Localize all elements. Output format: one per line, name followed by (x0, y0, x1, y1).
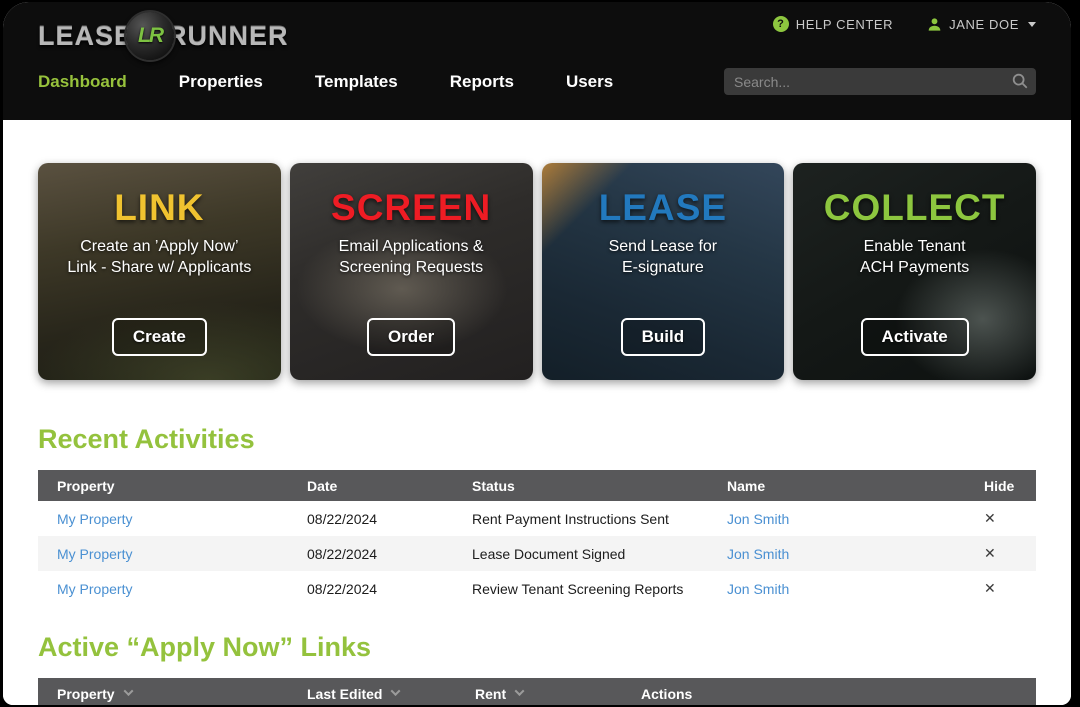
topbar-row-2: Dashboard Properties Templates Reports U… (38, 68, 1036, 95)
date-cell: 08/22/2024 (288, 581, 453, 597)
card-collect-subtitle: Enable Tenant ACH Payments (860, 236, 969, 278)
col-header-status: Status (453, 478, 708, 494)
nav-item-users[interactable]: Users (566, 72, 613, 92)
card-link-line2: Link - Share w/ Applicants (67, 257, 251, 278)
search-icon[interactable] (1011, 72, 1029, 95)
screenshot-stage: LEASE LR RUNNER ? HELP CENTER (0, 0, 1080, 707)
sort-header-rent[interactable]: Rent (475, 686, 523, 702)
card-screen-line2: Screening Requests (339, 257, 484, 278)
date-cell: 08/22/2024 (288, 546, 453, 562)
create-button[interactable]: Create (112, 318, 207, 356)
card-screen-title: SCREEN (331, 187, 491, 229)
apply-now-links-table: Property Last Edited Rent (38, 678, 1036, 705)
col-header-name: Name (708, 478, 954, 494)
name-link[interactable]: Jon Smith (727, 511, 789, 527)
order-button[interactable]: Order (367, 318, 455, 356)
col-header-last-edited: Last Edited (307, 686, 382, 702)
topbar-right: ? HELP CENTER JANE DOE (773, 12, 1036, 32)
help-center-label: HELP CENTER (796, 17, 893, 32)
apply-now-header-row: Property Last Edited Rent (38, 678, 1036, 705)
recent-activities-title: Recent Activities (38, 424, 1036, 455)
card-collect-line2: ACH Payments (860, 257, 969, 278)
user-menu[interactable]: JANE DOE (927, 17, 1036, 32)
card-link-subtitle: Create an ’Apply Now’ Link - Share w/ Ap… (67, 236, 251, 278)
card-screen: SCREEN Email Applications & Screening Re… (290, 163, 533, 380)
card-lease: LEASE Send Lease for E-signature Build (542, 163, 785, 380)
hide-row-icon[interactable]: ✕ (984, 581, 996, 597)
app-window: LEASE LR RUNNER ? HELP CENTER (3, 2, 1071, 705)
action-cards: LINK Create an ’Apply Now’ Link - Share … (38, 163, 1036, 380)
logo-lr-icon: LR (126, 12, 174, 60)
sort-header-last-edited[interactable]: Last Edited (307, 686, 399, 702)
nav-item-properties[interactable]: Properties (179, 72, 263, 92)
logo-text-runner: RUNNER (167, 21, 289, 52)
table-row: My Property 08/22/2024 Rent Payment Inst… (38, 501, 1036, 536)
chevron-down-icon (391, 686, 401, 696)
date-cell: 08/22/2024 (288, 511, 453, 527)
hide-row-icon[interactable]: ✕ (984, 511, 996, 527)
activate-button[interactable]: Activate (861, 318, 969, 356)
topbar: LEASE LR RUNNER ? HELP CENTER (3, 2, 1071, 120)
col-header-property: Property (38, 478, 288, 494)
logo-text-lease: LEASE (38, 21, 133, 52)
table-row: My Property 08/22/2024 Review Tenant Scr… (38, 571, 1036, 606)
col-header-date: Date (288, 478, 453, 494)
logo-monogram: LR (138, 24, 162, 48)
card-screen-subtitle: Email Applications & Screening Requests (339, 236, 484, 278)
build-button[interactable]: Build (621, 318, 706, 356)
property-link[interactable]: My Property (57, 546, 132, 562)
recent-activities-header-row: Property Date Status Name Hide (38, 470, 1036, 501)
card-lease-line1: Send Lease for (609, 236, 718, 257)
apply-now-links-title: Active “Apply Now” Links (38, 632, 1036, 663)
hide-row-icon[interactable]: ✕ (984, 546, 996, 562)
name-link[interactable]: Jon Smith (727, 581, 789, 597)
status-cell: Review Tenant Screening Reports (453, 581, 708, 597)
nav-item-dashboard[interactable]: Dashboard (38, 72, 127, 92)
col-header-property: Property (57, 686, 115, 702)
main-content: LINK Create an ’Apply Now’ Link - Share … (3, 120, 1071, 705)
card-collect: COLLECT Enable Tenant ACH Payments Activ… (793, 163, 1036, 380)
user-name-label: JANE DOE (949, 17, 1019, 32)
card-collect-line1: Enable Tenant (860, 236, 969, 257)
main-nav: Dashboard Properties Templates Reports U… (38, 72, 613, 92)
recent-activities-table: Property Date Status Name Hide My Proper… (38, 470, 1036, 606)
property-link[interactable]: My Property (57, 581, 132, 597)
col-header-actions: Actions (622, 686, 1036, 702)
leaserunner-logo[interactable]: LEASE LR RUNNER (38, 12, 289, 60)
property-link[interactable]: My Property (57, 511, 132, 527)
status-cell: Lease Document Signed (453, 546, 708, 562)
search-box (724, 68, 1036, 95)
card-lease-subtitle: Send Lease for E-signature (609, 236, 718, 278)
name-link[interactable]: Jon Smith (727, 546, 789, 562)
card-collect-title: COLLECT (824, 187, 1006, 229)
sort-header-property[interactable]: Property (57, 686, 132, 702)
help-question-icon: ? (773, 16, 789, 32)
nav-item-reports[interactable]: Reports (450, 72, 514, 92)
card-link-line1: Create an ’Apply Now’ (67, 236, 251, 257)
col-header-rent: Rent (475, 686, 506, 702)
user-person-icon (927, 17, 942, 32)
search-input[interactable] (724, 68, 1036, 95)
table-row: My Property 08/22/2024 Lease Document Si… (38, 536, 1036, 571)
card-link-title: LINK (114, 187, 204, 229)
status-cell: Rent Payment Instructions Sent (453, 511, 708, 527)
chevron-down-icon (515, 686, 525, 696)
help-center-link[interactable]: ? HELP CENTER (773, 16, 893, 32)
col-header-hide: Hide (954, 478, 1036, 494)
chevron-down-icon (123, 686, 133, 696)
nav-item-templates[interactable]: Templates (315, 72, 398, 92)
card-screen-line1: Email Applications & (339, 236, 484, 257)
topbar-row-1: LEASE LR RUNNER ? HELP CENTER (38, 2, 1036, 60)
chevron-down-icon (1028, 22, 1036, 27)
card-link: LINK Create an ’Apply Now’ Link - Share … (38, 163, 281, 380)
card-lease-title: LEASE (599, 187, 727, 229)
card-lease-line2: E-signature (609, 257, 718, 278)
